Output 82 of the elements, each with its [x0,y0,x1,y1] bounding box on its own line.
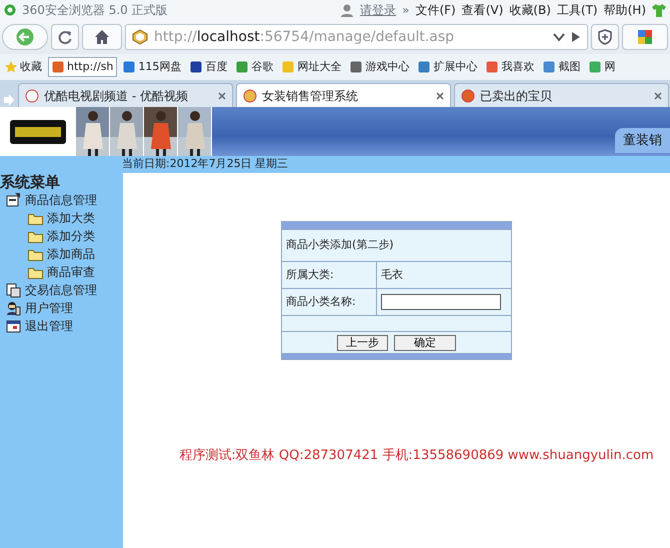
colored-squares-icon [637,29,653,45]
bookmark-icon [589,61,602,73]
bookmark-icon [350,61,362,73]
form-button[interactable]: 上一步 [337,334,388,350]
form-title: 商品小类添加(第二步) [286,238,394,252]
refresh-button[interactable] [51,24,79,50]
search-engine-button[interactable] [622,24,668,50]
bookmark-icon [418,61,430,73]
bookmark-icon [486,61,498,73]
bookmark-item[interactable]: 游戏中心 [347,58,412,76]
folder-icon [28,230,43,242]
field-label: 商品小类名称: [286,294,356,308]
refresh-icon [57,29,73,45]
site-icon [132,29,148,45]
go-icon[interactable] [571,31,581,43]
bookmark-item[interactable]: 115网盘 [120,58,184,76]
home-icon [94,29,110,45]
more-icon[interactable]: » [402,1,410,19]
bookmark-item[interactable]: http://sh [48,56,118,78]
menu-title: 系统菜单 [0,173,61,191]
star-icon [5,61,17,73]
home-button[interactable] [82,24,122,50]
tab-favicon-icon [25,88,39,102]
menu-item[interactable]: 交易信息管理 [0,281,123,299]
field-label: 所属大类: [286,268,334,281]
current-date: 当前日期:2012年7月25日 星期三 [122,156,288,172]
dropdown-icon[interactable] [553,31,565,43]
bookmark-item[interactable]: 我喜欢 [483,58,538,76]
address-field[interactable]: http://localhost:56754/manage/default.asp [125,24,588,50]
browser-tab[interactable]: 女装销售管理系统 [236,83,451,107]
input-field[interactable] [381,294,501,310]
bookmark-item[interactable]: 网 [586,58,618,76]
window-title: 360安全浏览器 5.0 正式版 [22,2,168,19]
shield-button[interactable] [591,24,619,50]
footer-text: 程序测试:双鱼林 QQ:287307421 手机:13558690869 www.shuangyulin.com [179,447,654,465]
user-icon [340,3,354,17]
bookmark-icon [543,61,556,73]
close-icon[interactable] [436,92,444,100]
bookmark-icon [52,61,64,73]
logo-drawing [10,120,66,144]
menu-item[interactable]: 文件(F) [415,1,456,19]
sidebar-toggle-icon[interactable] [3,93,15,107]
shield-icon [597,29,613,45]
bookmark-icon [236,61,248,73]
folder-icon [28,248,43,260]
folder-icon [28,212,43,224]
menu-item[interactable]: 退出管理 [0,317,123,335]
browser-tab[interactable]: 优酷电视剧频道 - 优酷视频 [18,83,233,107]
menu-item-icon [6,192,21,208]
submenu-item[interactable]: 添加商品 [0,245,123,263]
submenu-item[interactable]: 商品审查 [0,263,123,281]
field-value: 毛衣 [381,268,403,281]
bookmark-item[interactable]: 百度 [187,58,230,76]
browser-logo-icon [4,4,16,16]
bookmark-item[interactable]: 网址大全 [279,58,344,76]
menu-item[interactable]: 收藏(B) [509,1,551,19]
menu-item[interactable]: 查看(V) [462,1,504,19]
menu-item[interactable]: 帮助(H) [604,1,646,19]
bookmark-icon [282,61,294,73]
bookmark-item[interactable]: 截图 [540,58,584,76]
bookmark-item[interactable]: 收藏 [2,58,45,76]
submenu-item[interactable]: 添加大类 [0,209,123,227]
tab-favicon-icon [243,88,257,102]
form-button[interactable]: 确定 [394,334,456,350]
close-icon[interactable] [654,92,662,100]
browser-tab[interactable]: 已卖出的宝贝 [454,83,669,107]
tab-favicon-icon [461,88,475,102]
menu-item[interactable]: 工具(T) [556,1,598,19]
bookmark-item[interactable]: 谷歌 [233,58,276,76]
bookmark-icon [123,61,136,73]
close-icon[interactable] [218,92,226,100]
shirt-icon[interactable] [652,3,666,17]
bookmark-item[interactable]: 扩展中心 [415,58,480,76]
bookmark-icon [190,61,202,73]
folder-icon [28,266,43,278]
menu-item-icon [6,282,21,298]
login-link[interactable]: 请登录 [360,1,396,19]
submenu-item[interactable]: 添加分类 [0,227,123,245]
menu-item-icon [6,318,21,334]
menu-item[interactable]: 商品信息管理 [0,191,123,209]
menu-item[interactable]: 用户管理 [0,299,123,317]
menu-item-icon [6,300,21,316]
